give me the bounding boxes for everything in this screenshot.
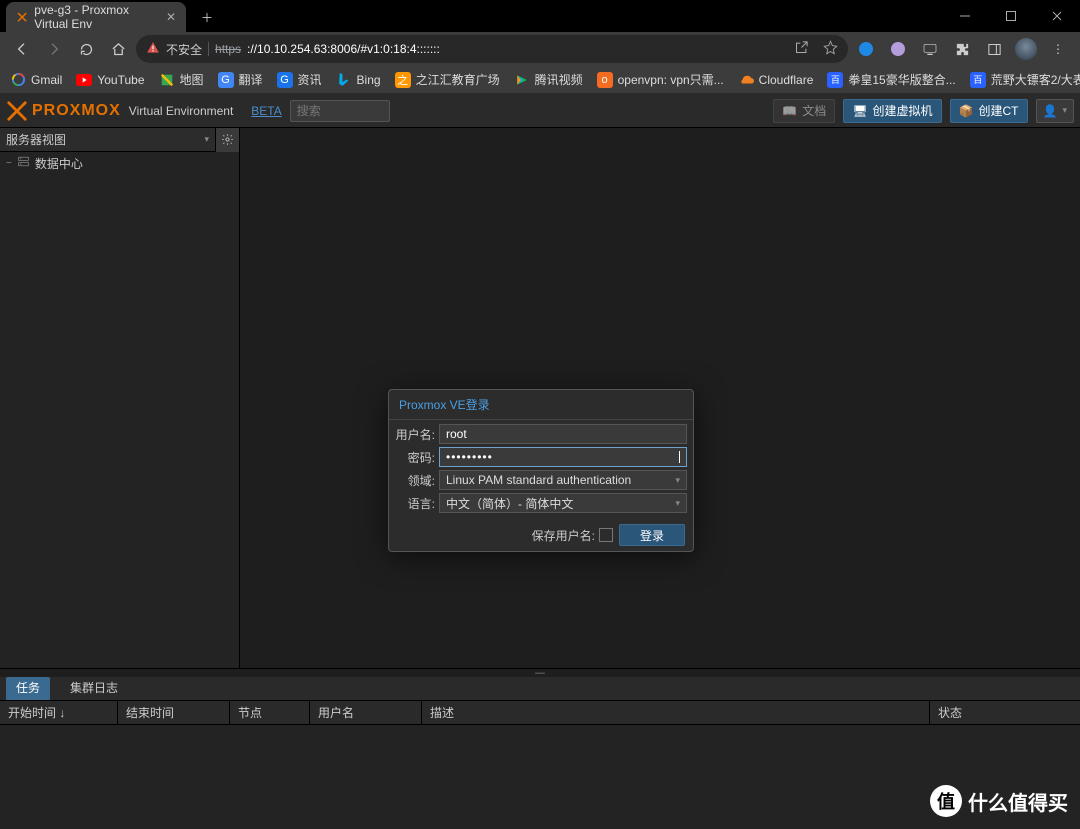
language-label: 语言: [395,495,439,512]
realm-label: 领域: [395,472,439,489]
login-button[interactable]: 登录 [619,524,685,546]
login-title: Proxmox VE登录 [389,390,693,420]
password-label: 密码: [395,449,439,466]
password-input[interactable]: ••••••••• [439,447,687,467]
username-input[interactable]: root [439,424,687,444]
chevron-down-icon: ▾ [675,475,680,486]
watermark-badge-icon: 值 [930,785,962,817]
login-footer: 保存用户名: 登录 [389,519,693,551]
realm-select[interactable]: Linux PAM standard authentication▾ [439,470,687,490]
watermark-text: 什么值得买 [968,787,1068,816]
text-cursor [679,451,680,463]
save-username-checkbox[interactable] [599,528,613,542]
username-label: 用户名: [395,426,439,443]
watermark: 值 什么值得买 [930,785,1068,817]
login-mask: Proxmox VE登录 用户名: root 密码: ••••••••• 领域:… [0,0,1080,829]
save-username-label: 保存用户名: [532,527,595,544]
chevron-down-icon: ▾ [675,498,680,509]
login-dialog: Proxmox VE登录 用户名: root 密码: ••••••••• 领域:… [388,389,694,552]
login-body: 用户名: root 密码: ••••••••• 领域: Linux PAM st… [389,420,693,519]
language-select[interactable]: 中文（简体）- 简体中文▾ [439,493,687,513]
save-username-group: 保存用户名: [532,527,613,544]
